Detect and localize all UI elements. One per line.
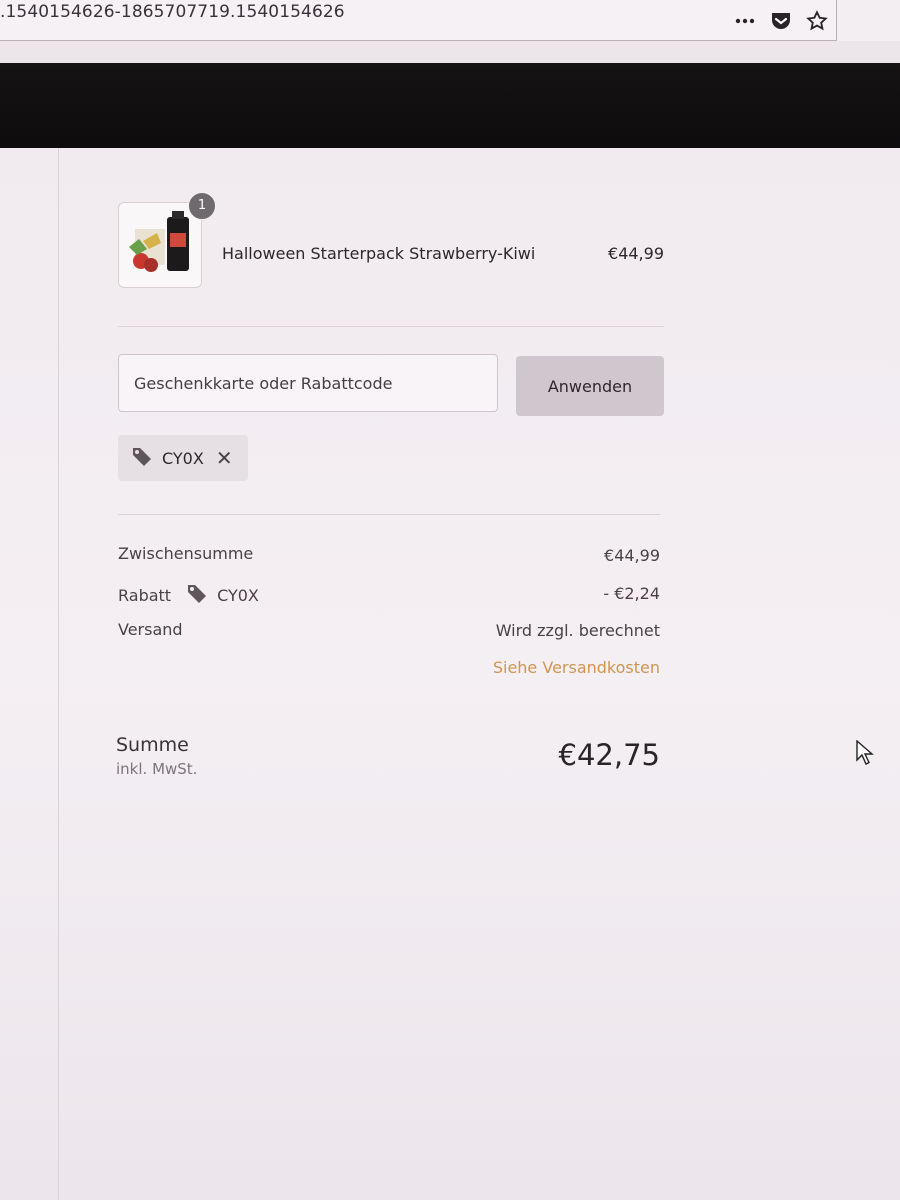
pocket-icon[interactable] — [770, 10, 792, 32]
discount-row: Rabatt CY0X — [118, 582, 259, 608]
mouse-cursor-icon — [856, 739, 874, 770]
discount-code-input[interactable] — [118, 354, 498, 412]
total-tax-note: inkl. MwSt. — [116, 760, 198, 778]
product-thumbnail — [118, 202, 202, 288]
shipping-costs-link[interactable]: Siehe Versandkosten — [493, 658, 660, 677]
quantity-badge: 1 — [188, 192, 216, 220]
remove-code-icon[interactable]: ✕ — [216, 448, 233, 468]
discount-code: CY0X — [217, 585, 259, 605]
subtotal-label: Zwischensumme — [118, 544, 254, 563]
more-icon[interactable] — [734, 10, 756, 32]
cart-item: 1 Halloween Starterpack Strawberry-Kiwi … — [118, 192, 664, 288]
apply-button[interactable]: Anwenden — [516, 356, 664, 416]
subtotal-value: €44,99 — [604, 546, 660, 565]
applied-code-label: CY0X — [162, 448, 204, 468]
column-divider — [58, 148, 59, 1200]
applied-code-chip: CY0X ✕ — [118, 435, 248, 481]
url-text: .1540154626-1865707719.1540154626 — [0, 2, 345, 22]
total-label: Summe — [116, 734, 189, 756]
checkout-summary: 1 Halloween Starterpack Strawberry-Kiwi … — [0, 148, 900, 1200]
divider — [118, 514, 660, 515]
address-bar[interactable]: .1540154626-1865707719.1540154626 — [0, 0, 837, 41]
discount-value: - €2,24 — [603, 584, 660, 603]
bookmark-star-icon[interactable] — [806, 10, 828, 32]
total-value: €42,75 — [558, 738, 660, 772]
discount-label: Rabatt — [118, 585, 172, 605]
shipping-value: Wird zzgl. berechnet — [495, 621, 660, 640]
browser-toolbar-gap — [0, 41, 900, 63]
tag-icon — [185, 582, 209, 608]
product-name: Halloween Starterpack Strawberry-Kiwi — [222, 244, 536, 263]
divider — [118, 326, 664, 327]
product-price: €44,99 — [608, 244, 664, 263]
tag-icon — [130, 445, 154, 471]
shipping-label: Versand — [118, 620, 183, 639]
